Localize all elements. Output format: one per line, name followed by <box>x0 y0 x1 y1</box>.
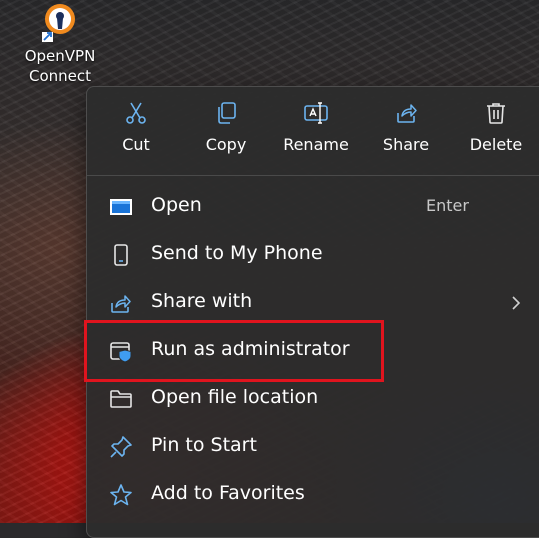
cut-label: Cut <box>122 135 150 154</box>
rename-label: Rename <box>283 135 349 154</box>
shortcut-label: OpenVPN Connect <box>14 46 106 86</box>
menu-item-label: Pin to Start <box>151 434 257 456</box>
share-button[interactable]: Share <box>371 101 441 165</box>
context-menu-toolbar: Cut Copy Rename Share Delete <box>87 87 539 176</box>
highlight-annotation <box>84 320 384 382</box>
share-label: Share <box>382 135 430 154</box>
openvpn-logo-icon <box>40 2 80 42</box>
menu-item-label: Open file location <box>151 386 319 408</box>
phone-icon <box>114 244 128 266</box>
menu-item-open-file-location[interactable]: Open file location <box>87 375 539 423</box>
pin-icon <box>110 436 132 458</box>
copy-button[interactable]: Copy <box>191 101 261 165</box>
menu-item-open[interactable]: Open Enter <box>87 183 539 231</box>
trash-icon <box>487 103 505 124</box>
shortcut-label-line2: Connect <box>28 67 92 85</box>
chevron-right-icon <box>512 296 521 310</box>
openvpn-desktop-shortcut[interactable]: OpenVPN Connect <box>14 2 106 86</box>
shortcut-hint: Enter <box>426 196 469 215</box>
menu-item-pin-to-start[interactable]: Pin to Start <box>87 423 539 471</box>
rename-icon <box>304 102 328 124</box>
rename-button[interactable]: Rename <box>281 101 351 165</box>
shortcut-label-line1: OpenVPN <box>24 47 96 65</box>
scissors-icon <box>126 102 146 124</box>
cut-button[interactable]: Cut <box>101 101 171 165</box>
menu-item-add-to-favorites[interactable]: Add to Favorites <box>87 471 539 519</box>
menu-item-send-to-phone[interactable]: Send to My Phone <box>87 231 539 279</box>
share-icon <box>397 104 417 123</box>
star-icon <box>110 484 132 506</box>
delete-button[interactable]: Delete <box>461 101 531 165</box>
menu-item-label: Share with <box>151 290 253 312</box>
context-menu: Cut Copy Rename Share Delete Open Enter … <box>86 86 539 538</box>
folder-icon <box>110 390 132 408</box>
menu-item-label: Send to My Phone <box>151 242 323 264</box>
menu-item-label: Open <box>151 194 202 216</box>
menu-item-label: Add to Favorites <box>151 482 305 504</box>
copy-icon <box>218 102 236 124</box>
delete-label: Delete <box>469 135 523 154</box>
copy-label: Copy <box>205 135 247 154</box>
share-arrow-icon <box>111 295 131 313</box>
window-icon <box>110 199 132 215</box>
